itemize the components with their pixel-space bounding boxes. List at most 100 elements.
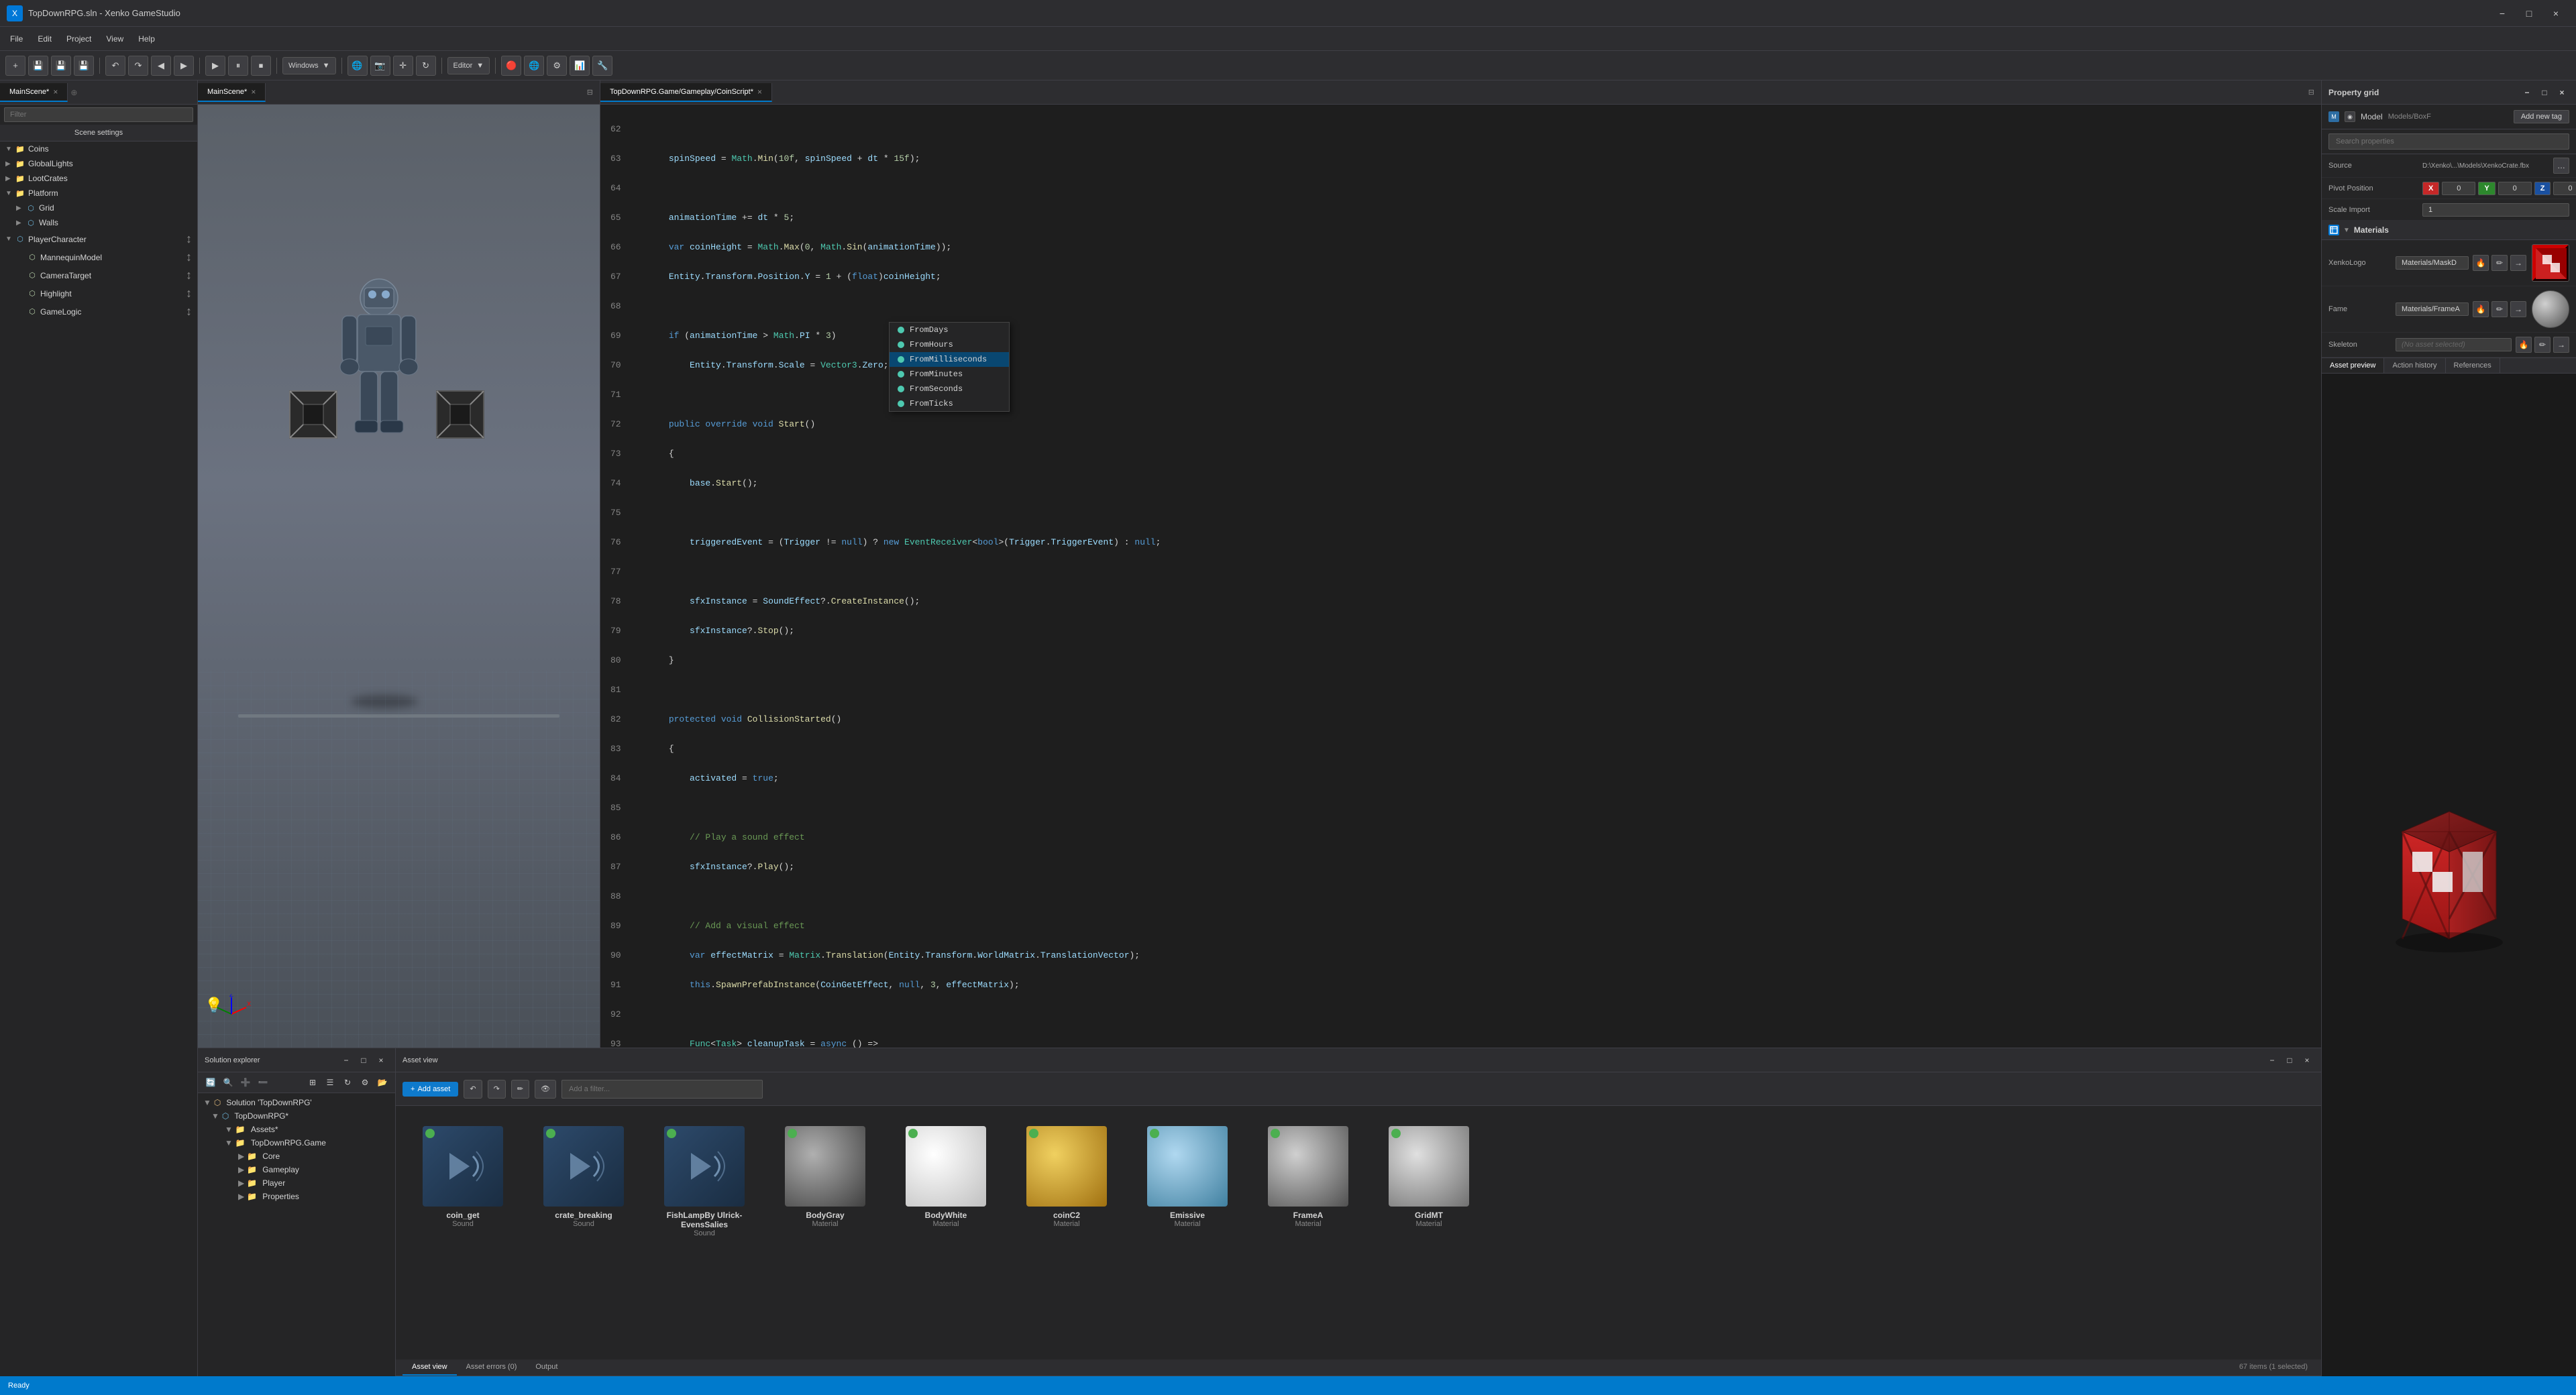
scene-settings-button[interactable]: Scene settings	[0, 125, 197, 142]
ac-fromseconds[interactable]: FromSeconds	[890, 382, 1009, 396]
toolbar-save3[interactable]: 💾	[74, 56, 94, 76]
toolbar-translate[interactable]: ✛	[393, 56, 413, 76]
asset-coinc2[interactable]: coinC2 Material	[1013, 1119, 1120, 1244]
fame-fire-btn[interactable]: 🔥	[2473, 301, 2489, 317]
solution-btn-list[interactable]: ☰	[323, 1075, 337, 1090]
sol-item-core[interactable]: ▶ 📁 Core	[198, 1150, 395, 1163]
ac-fromdays[interactable]: FromDays	[890, 323, 1009, 337]
fame-edit-btn[interactable]: ✏	[2491, 301, 2508, 317]
pivot-y-val[interactable]: 0	[2498, 182, 2532, 195]
tree-item-cameratarget[interactable]: ⬡ CameraTarget ↕	[0, 266, 197, 284]
xenkologo-arrow-btn[interactable]: →	[2510, 255, 2526, 271]
xenkologo-edit-btn[interactable]: ✏	[2491, 255, 2508, 271]
pivot-z-val[interactable]: 0	[2553, 182, 2576, 195]
solution-close-btn[interactable]: ×	[374, 1053, 388, 1068]
close-viewport-tab[interactable]: ×	[251, 87, 256, 97]
solution-btn-settings[interactable]: ⚙	[358, 1075, 372, 1090]
asset-preview-btn[interactable]: 👁	[535, 1080, 556, 1099]
fame-arrow-btn[interactable]: →	[2510, 301, 2526, 317]
tree-item-grid[interactable]: ▶ ⬡ Grid	[0, 201, 197, 215]
sol-item-assets[interactable]: ▼ 📁 Assets*	[198, 1123, 395, 1136]
asset-redo-btn[interactable]: ↷	[488, 1080, 506, 1099]
tab-viewport[interactable]: MainScene* ×	[198, 83, 266, 102]
source-browse-btn[interactable]: …	[2553, 158, 2569, 174]
toolbar-run1[interactable]: ▶	[205, 56, 225, 76]
ac-fromticks[interactable]: FromTicks	[890, 396, 1009, 411]
menu-help[interactable]: Help	[131, 32, 162, 46]
tree-item-walls[interactable]: ▶ ⬡ Walls	[0, 215, 197, 230]
sol-item-player[interactable]: ▶ 📁 Player	[198, 1176, 395, 1190]
toolbar-icon5[interactable]: 🔧	[592, 56, 612, 76]
solution-btn-refresh[interactable]: ↻	[340, 1075, 355, 1090]
tree-item-platform[interactable]: ▼ 📁 Platform	[0, 186, 197, 201]
viewport-collapse[interactable]: ⊟	[580, 84, 600, 101]
pivot-x-btn[interactable]: X	[2422, 182, 2439, 195]
toolbar-icon3[interactable]: ⚙	[547, 56, 567, 76]
close-main-scene-tab[interactable]: ×	[53, 87, 58, 97]
xenkologo-value[interactable]: Materials/MaskD	[2396, 256, 2469, 270]
solution-btn-sync[interactable]: 🔄	[203, 1075, 218, 1090]
solution-btn-filter[interactable]: 🔍	[221, 1075, 235, 1090]
tree-item-gamelogic[interactable]: ⬡ GameLogic ↕	[0, 302, 197, 321]
preview-tab-actionhistory[interactable]: Action history	[2384, 358, 2445, 373]
toolbar-btn1[interactable]: 🌐	[347, 56, 368, 76]
fame-value[interactable]: Materials/FrameA	[2396, 302, 2469, 316]
tab-main-scene[interactable]: MainScene* ×	[0, 83, 68, 102]
xenkologo-fire-btn[interactable]: 🔥	[2473, 255, 2489, 271]
toolbar-undo[interactable]: ↶	[105, 56, 125, 76]
code-collapse[interactable]: ⊟	[2302, 84, 2321, 101]
toolbar-back[interactable]: ◀	[151, 56, 171, 76]
tree-item-playercharacter[interactable]: ▼ ⬡ PlayerCharacter ↕	[0, 230, 197, 248]
tree-item-mannequinmodel[interactable]: ⬡ MannequinModel ↕	[0, 248, 197, 266]
solution-btn-open[interactable]: 📂	[375, 1075, 390, 1090]
solution-collapse-btn[interactable]: −	[339, 1053, 354, 1068]
asset-framea[interactable]: FrameA Material	[1254, 1119, 1362, 1244]
prop-expand-btn[interactable]: □	[2537, 85, 2552, 100]
pivot-x-val[interactable]: 0	[2442, 182, 2475, 195]
platform-dropdown[interactable]: Windows ▼	[282, 57, 336, 74]
toolbar-icon4[interactable]: 📊	[570, 56, 590, 76]
editor-dropdown[interactable]: Editor ▼	[447, 57, 490, 74]
pivot-z-btn[interactable]: Z	[2534, 182, 2551, 195]
toolbar-forward[interactable]: ▶	[174, 56, 194, 76]
skeleton-fire-btn[interactable]: 🔥	[2516, 337, 2532, 353]
sol-item-solution[interactable]: ▼ ⬡ Solution 'TopDownRPG'	[198, 1096, 395, 1109]
skeleton-edit-btn[interactable]: ✏	[2534, 337, 2551, 353]
preview-tab-references[interactable]: References	[2446, 358, 2500, 373]
autocomplete-dropdown[interactable]: FromDays FromHours FromMilliseconds From…	[889, 322, 1010, 412]
tree-item-highlight[interactable]: ⬡ Highlight ↕	[0, 284, 197, 302]
maximize-button[interactable]: □	[2516, 3, 2542, 23]
asset-crate-breaking[interactable]: crate_breaking Sound	[530, 1119, 637, 1244]
tree-item-lootcrates[interactable]: ▶ 📁 LootCrates	[0, 171, 197, 186]
prop-collapse-btn[interactable]: −	[2520, 85, 2534, 100]
materials-section-header[interactable]: ▼ Materials	[2322, 221, 2576, 240]
tree-item-globallights[interactable]: ▶ 📁 GlobalLights	[0, 156, 197, 171]
solution-btn-group[interactable]: ⊞	[305, 1075, 320, 1090]
menu-edit[interactable]: Edit	[31, 32, 58, 46]
bottom-tab-errors[interactable]: Asset errors (0)	[457, 1359, 527, 1376]
menu-view[interactable]: View	[99, 32, 130, 46]
skeleton-value[interactable]: (No asset selected)	[2396, 338, 2512, 351]
toolbar-new[interactable]: +	[5, 56, 25, 76]
add-tag-button[interactable]: Add new tag	[2514, 110, 2569, 123]
toolbar-run2[interactable]: ⏸	[228, 56, 248, 76]
asset-collapse-btn[interactable]: −	[2265, 1053, 2279, 1068]
viewport[interactable]: X Y Z 💡	[198, 105, 600, 1048]
prop-search-input[interactable]	[2328, 133, 2569, 150]
solution-btn-collapse[interactable]: ➖	[256, 1075, 270, 1090]
asset-fishlamp[interactable]: FishLampBy Ulrick-EvensSalies Sound	[651, 1119, 758, 1244]
solution-btn-expand[interactable]: ➕	[238, 1075, 253, 1090]
asset-filter-input[interactable]	[561, 1080, 763, 1099]
tab-coinscript[interactable]: TopDownRPG.Game/Gameplay/CoinScript* ×	[600, 83, 772, 102]
minimize-button[interactable]: −	[2489, 3, 2516, 23]
asset-coin-get[interactable]: coin_get Sound	[409, 1119, 517, 1244]
ac-fromhours[interactable]: FromHours	[890, 337, 1009, 352]
close-button[interactable]: ×	[2542, 3, 2569, 23]
asset-bodygray[interactable]: BodyGray Material	[771, 1119, 879, 1244]
asset-bodywhite[interactable]: BodyWhite Material	[892, 1119, 1000, 1244]
sol-item-topdownrpg[interactable]: ▼ ⬡ TopDownRPG*	[198, 1109, 395, 1123]
toolbar-save2[interactable]: 💾	[51, 56, 71, 76]
menu-file[interactable]: File	[3, 32, 30, 46]
scene-search-input[interactable]	[4, 107, 193, 122]
add-asset-button[interactable]: + Add asset	[402, 1082, 458, 1097]
